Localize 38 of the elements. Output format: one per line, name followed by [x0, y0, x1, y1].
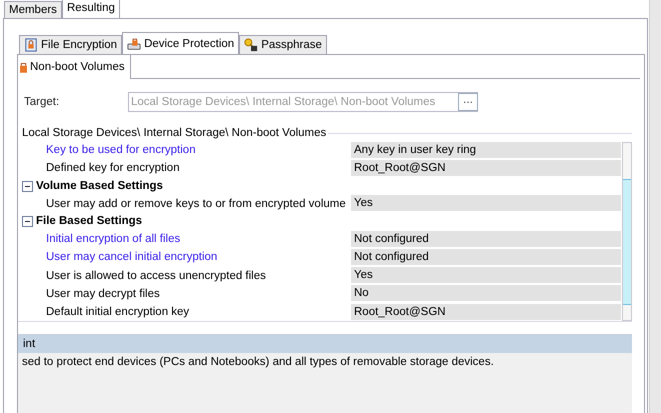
scrollbar-thumb[interactable] — [623, 179, 631, 305]
scrollbar[interactable] — [649, 0, 661, 413]
setting-name: User is allowed to access unencrypted files — [45, 270, 267, 282]
tab[interactable]: Passphrase — [239, 35, 327, 54]
setting-name: Initial encryption of all files — [45, 233, 182, 246]
setting-name: Default initial encryption key — [45, 306, 190, 318]
setting-value[interactable]: Root_Root@SGN — [351, 160, 621, 177]
group-header: Volume Based Settings — [36, 180, 163, 192]
setting-name: Defined key for encryption — [45, 162, 181, 174]
setting-value[interactable]: Not configured — [351, 230, 621, 248]
tab[interactable]: File Encryption — [19, 35, 122, 54]
setting-value[interactable]: Yes — [351, 267, 621, 284]
target-value: Local Storage Devices\ Internal Storage\ Non-boot Volumes — [130, 96, 436, 108]
tab[interactable]: Resulting — [62, 0, 120, 18]
key-icon — [244, 38, 258, 52]
collapse-icon[interactable] — [22, 216, 33, 227]
setting-value[interactable]: No — [351, 285, 621, 302]
setting-name: User may cancel initial encryption — [45, 251, 218, 264]
group-header: File Based Settings — [36, 215, 142, 228]
setting-name: Key to be used for encryption — [45, 144, 197, 156]
document-lock-icon — [24, 38, 38, 52]
setting-value[interactable]: Root_Root@SGN — [351, 304, 621, 321]
lock-icon — [20, 60, 27, 74]
setting-value[interactable]: Yes — [351, 195, 621, 212]
drive-lock-icon — [127, 36, 142, 50]
setting-value[interactable]: Any key in user key ring — [351, 142, 621, 159]
target-label: Target: — [23, 96, 60, 108]
tab[interactable]: Device Protection — [122, 32, 240, 54]
hint-title: int — [18, 335, 632, 353]
collapse-icon[interactable] — [22, 180, 33, 192]
tab[interactable]: Members — [4, 1, 62, 18]
tab[interactable]: Non-boot Volumes — [18, 55, 131, 79]
setting-value[interactable]: Not configured — [351, 248, 621, 266]
setting-name: User may add or remove keys to or from encrypted volume — [45, 198, 347, 210]
scrollbar[interactable] — [622, 142, 632, 321]
hint-text: sed to protect end devices (PCs and Notebooks) and all types of removable storage devices. — [21, 355, 495, 368]
setting-name: User may decrypt files — [45, 288, 161, 300]
section-title: Local Storage Devices\ Internal Storage\ Non-boot Volumes — [21, 127, 328, 139]
